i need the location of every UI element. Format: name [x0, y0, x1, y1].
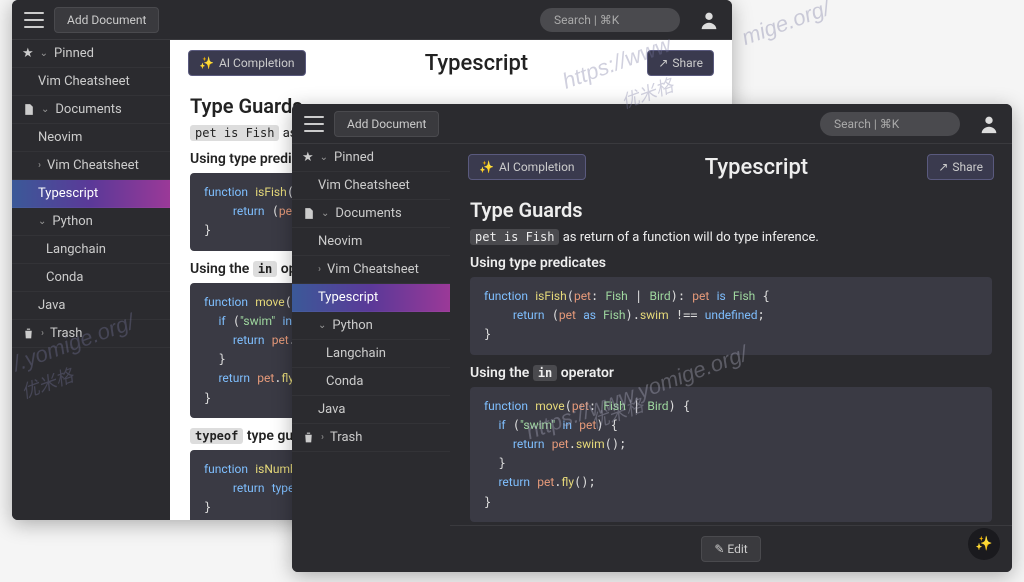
- sidebar-item-conda[interactable]: Conda: [12, 264, 170, 292]
- add-document-button[interactable]: Add Document: [334, 111, 439, 137]
- sidebar-item-vim-cheatsheet[interactable]: Vim Cheatsheet: [292, 172, 450, 200]
- menu-icon[interactable]: [24, 12, 44, 28]
- sidebar-item-java[interactable]: Java: [292, 396, 450, 424]
- user-icon[interactable]: [698, 9, 720, 31]
- trash-icon: [22, 327, 35, 340]
- document-icon: [22, 103, 35, 116]
- search-input[interactable]: Search | ⌘K: [820, 112, 960, 136]
- share-icon: ↗: [658, 56, 668, 70]
- sidebar-item-java[interactable]: Java: [12, 292, 170, 320]
- document-title: Typescript: [316, 51, 638, 76]
- wand-icon: ✨: [975, 536, 992, 552]
- sidebar-documents-header[interactable]: ⌄Documents: [292, 200, 450, 228]
- sidebar-item-langchain[interactable]: Langchain: [12, 236, 170, 264]
- sidebar: ★⌄Pinned Vim Cheatsheet ⌄Documents Neovi…: [292, 144, 450, 572]
- sidebar-trash-header[interactable]: ›Trash: [12, 320, 170, 348]
- sidebar-item-typescript[interactable]: Typescript: [292, 284, 450, 312]
- sidebar-pinned-header[interactable]: ★⌄Pinned: [12, 40, 170, 68]
- code-block-2: function move(pet: Fish | Bird) { if ("s…: [470, 387, 992, 522]
- add-document-button[interactable]: Add Document: [54, 7, 159, 33]
- topbar: Add Document Search | ⌘K: [292, 104, 1012, 144]
- document-content-dark: ✨AI Completion Typescript ↗Share Type Gu…: [450, 144, 1012, 572]
- heading-type-guards: Type Guards: [470, 198, 992, 222]
- topbar: Add Document Search | ⌘K: [12, 0, 732, 40]
- sidebar-trash-header[interactable]: ›Trash: [292, 424, 450, 452]
- fab-button[interactable]: ✨: [968, 528, 1000, 560]
- edit-bar: ✎ Edit: [450, 525, 1012, 572]
- share-button[interactable]: ↗Share: [927, 154, 994, 180]
- sparkle-icon: ✨: [479, 160, 494, 174]
- trash-icon: [302, 431, 315, 444]
- subheading-predicates: Using type predicates: [470, 255, 992, 271]
- watermark: mige.org/: [738, 0, 833, 51]
- sidebar-item-vim-cheatsheet-2[interactable]: ›Vim Cheatsheet: [292, 256, 450, 284]
- sidebar-python-header[interactable]: ⌄Python: [12, 208, 170, 236]
- document-title: Typescript: [596, 155, 918, 180]
- document-icon: [302, 207, 315, 220]
- search-input[interactable]: Search | ⌘K: [540, 8, 680, 32]
- star-icon: ★: [302, 150, 314, 165]
- edit-button[interactable]: ✎ Edit: [701, 536, 760, 562]
- subheading-in: Using the in operator: [470, 365, 992, 381]
- user-icon[interactable]: [978, 113, 1000, 135]
- share-button[interactable]: ↗Share: [647, 50, 714, 76]
- sidebar-item-vim-cheatsheet[interactable]: Vim Cheatsheet: [12, 68, 170, 96]
- sidebar-documents-header[interactable]: ⌄Documents: [12, 96, 170, 124]
- menu-icon[interactable]: [304, 116, 324, 132]
- sidebar-pinned-header[interactable]: ★⌄Pinned: [292, 144, 450, 172]
- code-block-1: function isFish(pet: Fish | Bird): pet i…: [470, 277, 992, 355]
- ai-completion-button[interactable]: ✨AI Completion: [188, 50, 306, 76]
- ai-completion-button[interactable]: ✨AI Completion: [468, 154, 586, 180]
- sidebar-item-conda[interactable]: Conda: [292, 368, 450, 396]
- sparkle-icon: ✨: [199, 56, 214, 70]
- sidebar-item-neovim[interactable]: Neovim: [292, 228, 450, 256]
- sidebar-item-vim-cheatsheet-2[interactable]: ›Vim Cheatsheet: [12, 152, 170, 180]
- share-icon: ↗: [938, 160, 948, 174]
- sidebar-item-typescript[interactable]: Typescript: [12, 180, 170, 208]
- sidebar: ★⌄Pinned Vim Cheatsheet ⌄Documents Neovi…: [12, 40, 170, 520]
- description: pet is Fish as return of a function will…: [470, 230, 992, 245]
- star-icon: ★: [22, 46, 34, 61]
- edit-icon: ✎: [714, 542, 724, 556]
- sidebar-python-header[interactable]: ⌄Python: [292, 312, 450, 340]
- sidebar-item-neovim[interactable]: Neovim: [12, 124, 170, 152]
- sidebar-item-langchain[interactable]: Langchain: [292, 340, 450, 368]
